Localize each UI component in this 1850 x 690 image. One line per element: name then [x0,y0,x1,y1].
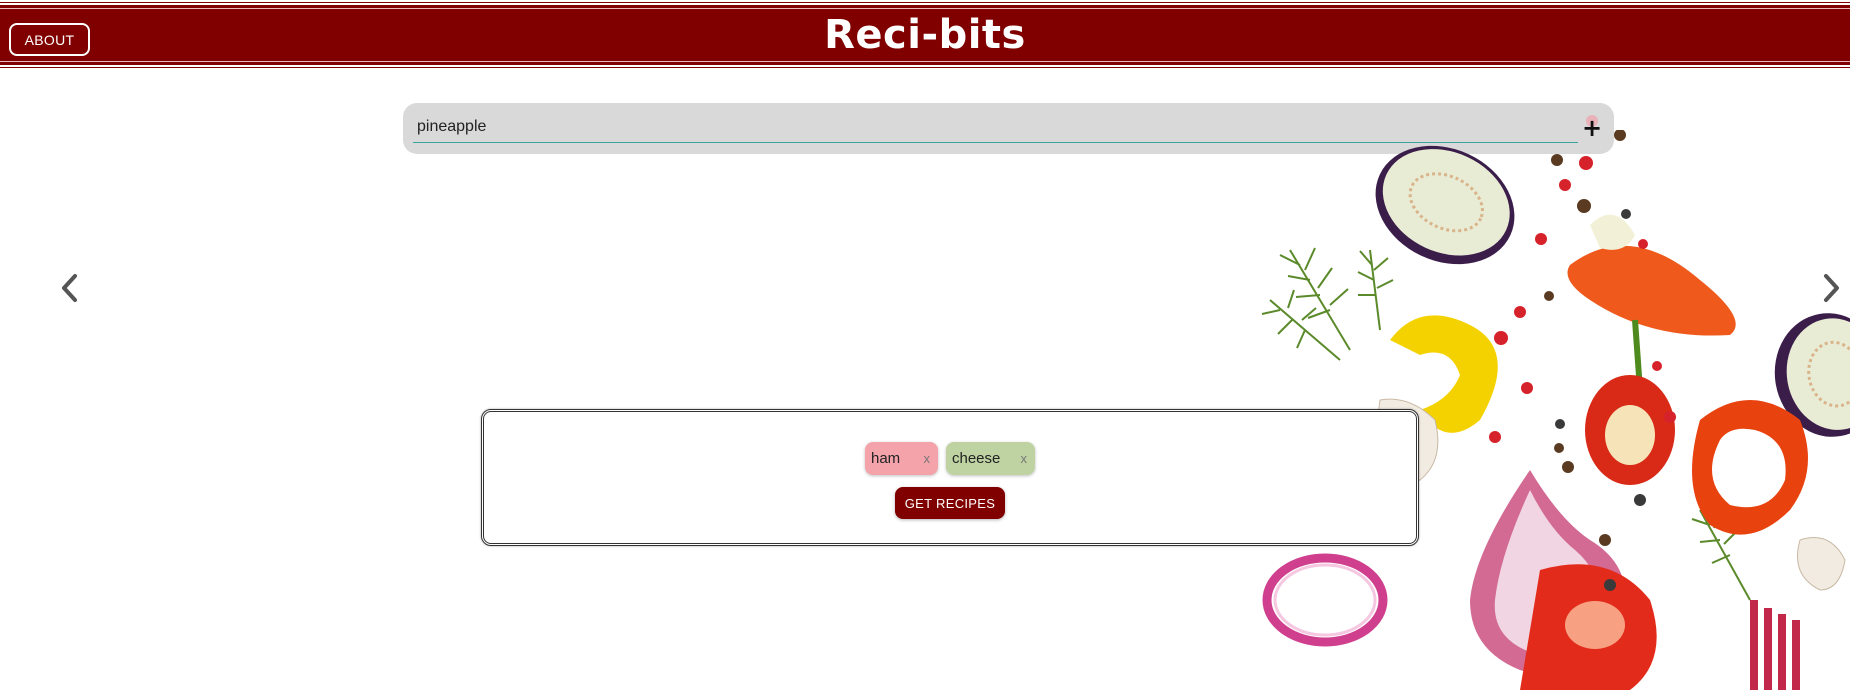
onion-ring-inner [1273,563,1377,637]
ingredient-chip-ham: ham x [865,442,938,475]
get-recipes-button[interactable]: GET RECIPES [895,487,1005,519]
brand-logo: Reci-bits [824,12,1026,58]
bell-pepper-ring [1692,400,1808,535]
about-button[interactable]: ABOUT [9,23,90,56]
remove-ham-button[interactable]: x [924,451,931,466]
selected-ingredients-panel: ham x cheese x GET RECIPES [481,409,1419,546]
peppercorns [1551,130,1626,191]
tomato-seeds [1565,601,1625,649]
mushroom [1797,537,1846,591]
chip-label: cheese [952,450,1001,467]
remove-cheese-button[interactable]: x [1021,451,1028,466]
carousel-prev-button[interactable] [55,270,85,306]
page: Reci-bits ABOUT + [0,0,1850,690]
chevron-left-icon [62,274,77,302]
beet-sticks [1750,600,1800,690]
pepper-slice [1567,245,1736,336]
header-rule [0,2,1850,3]
pepper-core [1590,214,1635,250]
onion-ring [1262,553,1388,647]
chili-seeds [1605,405,1655,465]
chip-label: ham [871,450,901,467]
header-rule [0,67,1850,68]
ingredient-chip-cheese: cheese x [946,442,1035,475]
header: Reci-bits ABOUT [0,0,1850,70]
ingredient-chips: ham x cheese x [484,442,1416,475]
